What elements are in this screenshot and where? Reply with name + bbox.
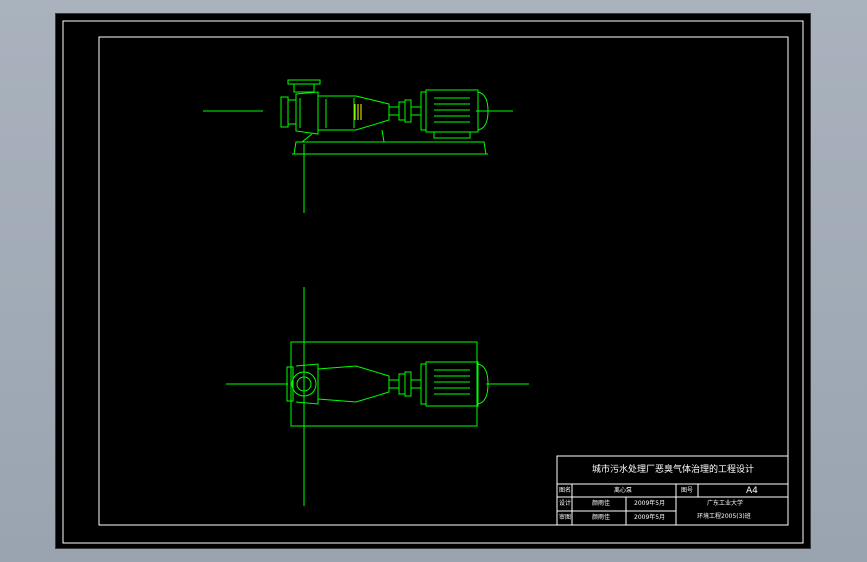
class-name: 环境工程2005(3)班 [697,513,751,520]
pump-side-elevation [203,79,513,213]
name-label: 图名 [559,487,572,494]
top-neck [293,83,315,93]
school-name: 广东工业大学 [707,500,744,507]
design-value: 颜雨佳 [592,500,611,507]
number-label: 图号 [681,487,694,494]
drawing-title: 城市污水处理厂恶臭气体治理的工程设计 [592,465,755,475]
drawing-canvas[interactable]: 城市污水处理厂恶臭气体治理的工程设计 图名 离心泵 图号 A4 设计 颜雨佳 2… [55,13,811,549]
check-label: 审图 [559,514,572,521]
check-value: 颜雨佳 [592,514,611,521]
check-date: 2009年5月 [634,514,666,521]
pump-plan-view [226,287,529,506]
top-flange [287,79,321,85]
baseplate [290,341,478,427]
name-value: 离心泵 [614,487,633,494]
number-value: A4 [746,486,758,496]
design-date: 2009年5月 [634,500,666,507]
design-label: 设计 [559,500,572,507]
shaft-highlight [354,104,362,120]
